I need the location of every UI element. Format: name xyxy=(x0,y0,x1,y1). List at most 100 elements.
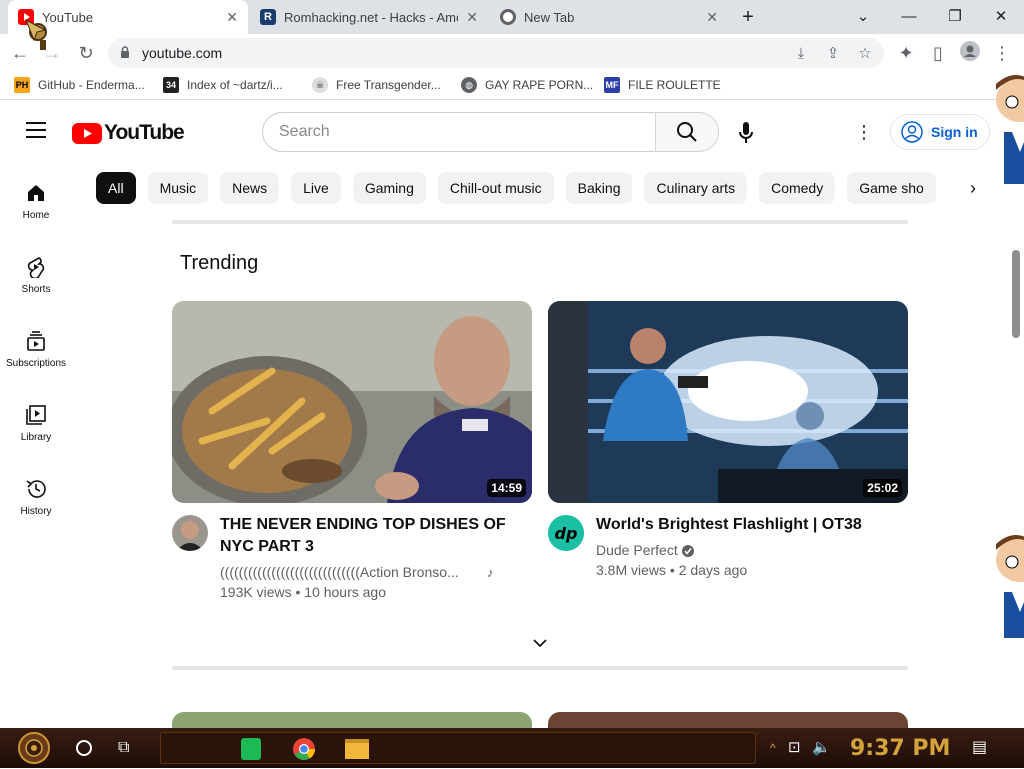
taskbar-app-tray xyxy=(160,732,756,764)
show-hidden-icons-caret-icon[interactable]: ^ xyxy=(770,732,782,764)
category-chips: All Music News Live Gaming Chill-out music Bak… xyxy=(96,172,941,204)
profile-avatar-icon[interactable] xyxy=(958,41,982,65)
share-icon[interactable]: ⇪ xyxy=(824,45,842,63)
bookmark-github[interactable]: PH GitHub - Enderma... xyxy=(14,77,145,93)
divider xyxy=(172,666,908,670)
bookmark-index-dartz[interactable]: 34 Index of ~dartz/i... xyxy=(163,77,283,93)
notes-app-icon[interactable] xyxy=(241,738,261,760)
search-button[interactable] xyxy=(655,112,719,152)
taskbar-clock[interactable]: 9:37 PM xyxy=(850,736,950,761)
bookmark-star-icon[interactable]: ☆ xyxy=(856,45,874,63)
globe-icon: ◍ xyxy=(461,77,477,93)
desktop-buddy-character-image xyxy=(990,72,1024,184)
chip-chill-out-music[interactable]: Chill-out music xyxy=(437,172,554,204)
new-tab-button[interactable]: + xyxy=(737,6,759,28)
chip-all[interactable]: All xyxy=(96,172,136,204)
tab-romhacking[interactable]: R Romhacking.net - Hacks - Amo ✕ xyxy=(250,0,488,34)
channel-avatar-2[interactable]: dp xyxy=(548,515,584,551)
file-explorer-folder-icon[interactable] xyxy=(345,739,369,759)
video-thumbnail-3[interactable] xyxy=(172,712,532,728)
history-icon xyxy=(26,480,46,498)
chips-next-chevron-right-icon[interactable]: › xyxy=(970,178,976,199)
address-bar[interactable]: youtube.com ⤓ ⇪ ☆ xyxy=(108,38,884,68)
sidebar-item-home[interactable]: Home xyxy=(0,182,72,221)
sidebar-item-label: Subscriptions xyxy=(5,358,67,369)
sidebar-item-history[interactable]: History xyxy=(0,478,72,517)
tab-new-tab[interactable]: New Tab ✕ xyxy=(490,0,728,34)
channel-avatar-1[interactable] xyxy=(172,515,208,551)
video-thumbnail-4[interactable] xyxy=(548,712,908,728)
close-tab-icon[interactable]: ✕ xyxy=(226,9,238,26)
install-app-icon[interactable]: ⤓ xyxy=(792,45,810,63)
bookmark-file-roulette[interactable]: MF FILE ROULETTE xyxy=(604,77,721,93)
bookmark-free-transgender[interactable]: ☠ Free Transgender... xyxy=(312,77,441,93)
chip-news[interactable]: News xyxy=(220,172,280,204)
sidebar-item-label: History xyxy=(20,506,52,517)
youtube-logo[interactable]: YouTube xyxy=(72,121,185,145)
sidebar-item-library[interactable]: Library xyxy=(0,404,72,443)
minimize-button[interactable]: — xyxy=(898,6,920,28)
settings-kebab-icon[interactable]: ⋮ xyxy=(855,122,873,142)
video-thumbnail-2[interactable]: 25:02 xyxy=(548,301,908,503)
account-circle-icon xyxy=(901,121,923,143)
divider xyxy=(172,220,908,224)
browser-toolbar: ← → ↻ youtube.com ⤓ ⇪ ☆ ✦ ▯ ⋮ xyxy=(0,34,1024,72)
tab-title: YouTube xyxy=(42,9,94,25)
youtube-header: YouTube Search ⋮ Sign in xyxy=(0,104,1024,160)
tab-search-chevron-down-icon[interactable]: ⌄ xyxy=(852,6,874,28)
reload-icon[interactable]: ↻ xyxy=(74,41,98,65)
chip-baking[interactable]: Baking xyxy=(565,172,633,204)
chrome-menu-icon[interactable]: ⋮ xyxy=(990,41,1014,65)
start-button[interactable] xyxy=(10,732,58,764)
bookmark-label: Free Transgender... xyxy=(336,78,441,92)
svg-text:dp: dp xyxy=(555,524,578,543)
channel-name-2[interactable]: Dude Perfect xyxy=(596,540,678,560)
chrome-app-icon[interactable] xyxy=(293,738,315,765)
search-input[interactable]: Search xyxy=(262,112,656,152)
sign-in-button[interactable]: Sign in xyxy=(890,114,990,150)
index-favicon-icon: 34 xyxy=(163,77,179,93)
lock-icon xyxy=(121,46,129,58)
volume-muted-icon[interactable]: 🔈 xyxy=(812,732,832,764)
side-panel-icon[interactable]: ▯ xyxy=(926,41,950,65)
taskbar: ⧉ ^ ⊡ 🔈 9:37 PM ▤ xyxy=(0,728,1024,768)
restore-button[interactable]: ❐ xyxy=(944,6,966,28)
sign-in-label: Sign in xyxy=(931,124,978,140)
bookmark-label: GitHub - Enderma... xyxy=(38,78,145,92)
music-note-icon: ♪ xyxy=(487,565,494,580)
notifications-icon[interactable]: ▤ xyxy=(972,732,994,764)
microphone-icon[interactable] xyxy=(738,122,754,149)
chip-culinary-arts[interactable]: Culinary arts xyxy=(644,172,748,204)
chip-gaming[interactable]: Gaming xyxy=(352,172,426,204)
video-thumbnail-1[interactable]: 14:59 xyxy=(172,301,532,503)
ph-favicon-icon: PH xyxy=(14,77,30,93)
close-tab-icon[interactable]: ✕ xyxy=(706,9,718,26)
hamburger-menu-icon[interactable] xyxy=(26,122,46,143)
network-icon[interactable]: ⊡ xyxy=(788,732,808,764)
sidebar-item-label: Home xyxy=(22,210,50,221)
chip-game-shows[interactable]: Game sho xyxy=(847,172,936,204)
close-window-button[interactable]: ✕ xyxy=(990,6,1012,28)
video-duration: 25:02 xyxy=(863,479,902,497)
video-title-1[interactable]: THE NEVER ENDING TOP DISHES OF NYC PART … xyxy=(220,514,520,558)
cortana-search-icon[interactable] xyxy=(72,732,96,764)
channel-name-1[interactable]: ((((((((((((((((((((((((((((((Action Bro… xyxy=(220,562,482,582)
sidebar-item-subscriptions[interactable]: Subscriptions xyxy=(0,330,72,369)
close-tab-icon[interactable]: ✕ xyxy=(466,9,478,26)
bookmark-gay[interactable]: ◍ GAY RAPE PORN... xyxy=(461,77,593,93)
desktop-buddy-character-image xyxy=(990,520,1024,638)
youtube-logo-text: YouTube xyxy=(104,121,185,144)
sidebar-item-shorts[interactable]: Shorts xyxy=(0,256,72,295)
task-view-icon[interactable]: ⧉ xyxy=(118,732,142,764)
page-scrollbar-thumb[interactable] xyxy=(1012,250,1020,338)
subscriptions-icon xyxy=(27,331,45,351)
show-more-chevron-down-icon[interactable] xyxy=(532,636,548,654)
mf-favicon-icon: MF xyxy=(604,77,620,93)
video-title-2[interactable]: World's Brightest Flashlight | OT38 xyxy=(596,514,896,536)
section-title: Trending xyxy=(180,252,259,274)
chip-comedy[interactable]: Comedy xyxy=(759,172,836,204)
chip-music[interactable]: Music xyxy=(147,172,209,204)
video-stats-1: 193K views • 10 hours ago xyxy=(220,584,387,600)
chip-live[interactable]: Live xyxy=(291,172,341,204)
extensions-puzzle-icon[interactable]: ✦ xyxy=(894,41,918,65)
